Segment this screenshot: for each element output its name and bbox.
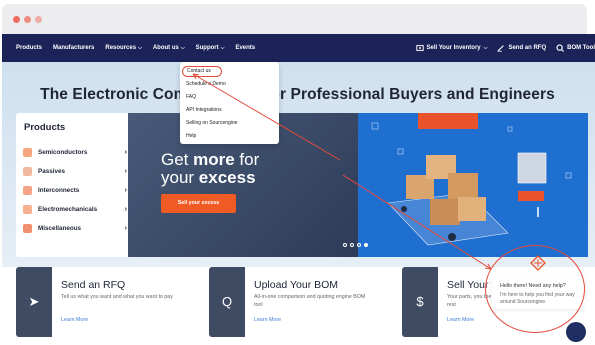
annotation-arrows — [192, 73, 492, 270]
